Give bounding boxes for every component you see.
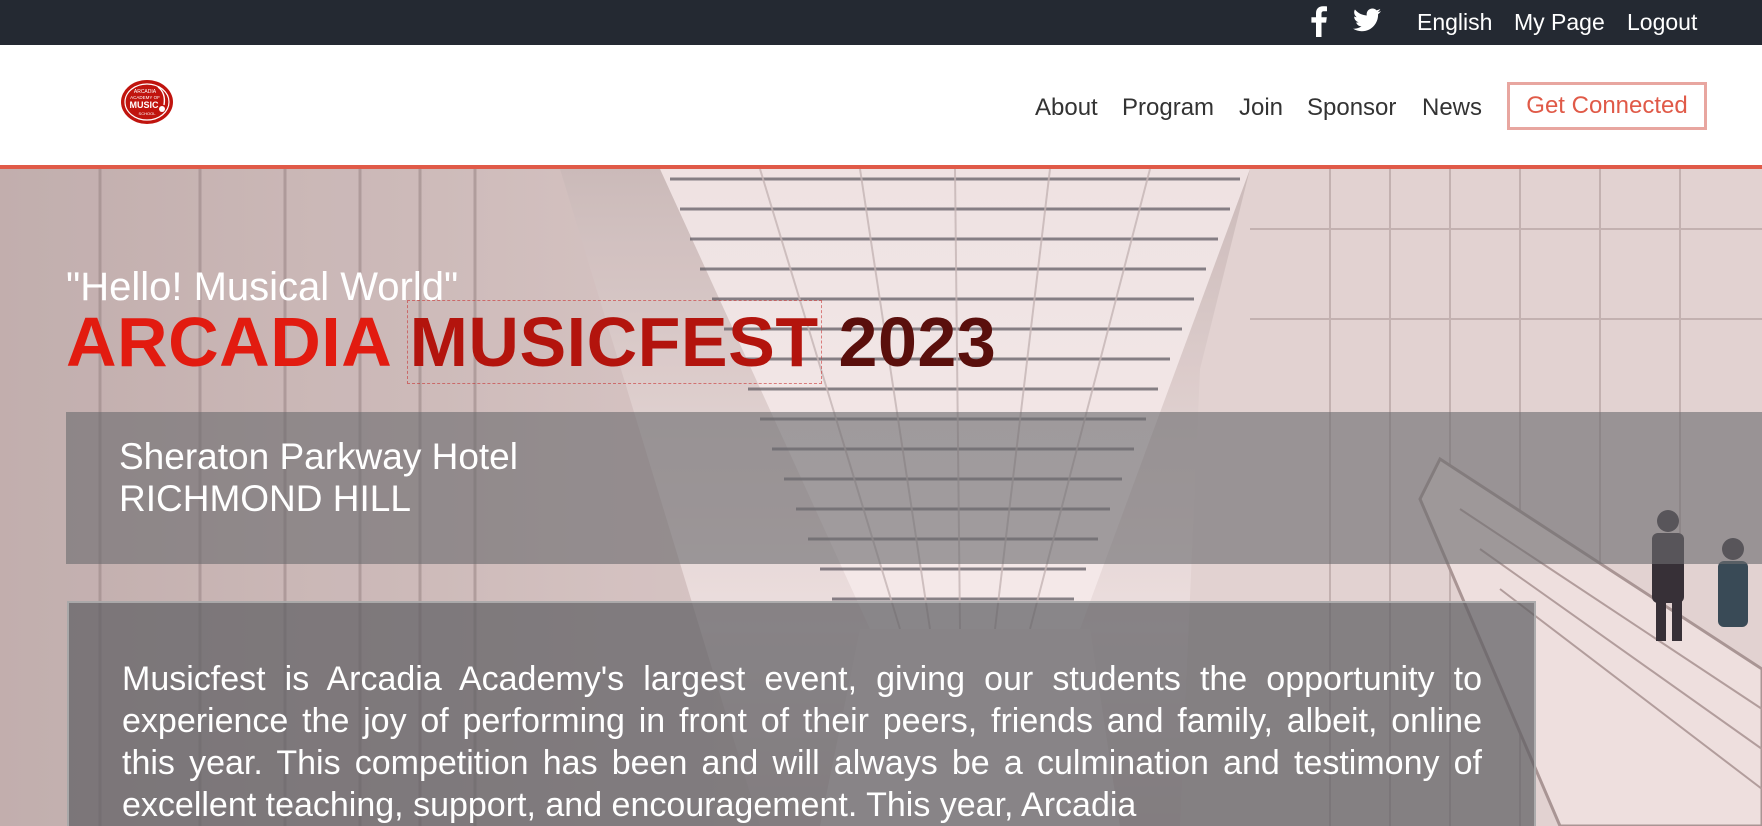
academy-logo[interactable]: ARCADIA ACADEMY OF MUSIC SCHOOL — [120, 79, 174, 125]
venue-banner: Sheraton Parkway Hotel RICHMOND HILL — [66, 412, 1762, 564]
my-page-link[interactable]: My Page — [1514, 6, 1605, 38]
get-connected-button[interactable]: Get Connected — [1507, 82, 1707, 130]
title-word-arcadia: ARCADIA — [66, 303, 390, 381]
description-box: Musicfest is Arcadia Academy's largest e… — [67, 601, 1536, 826]
nav-sponsor[interactable]: Sponsor — [1307, 93, 1396, 123]
twitter-icon[interactable] — [1353, 7, 1381, 33]
top-bar: English My Page Logout — [0, 0, 1762, 45]
logout-link[interactable]: Logout — [1627, 6, 1697, 38]
svg-text:SCHOOL: SCHOOL — [139, 111, 157, 116]
nav-about[interactable]: About — [1035, 93, 1098, 123]
venue-name: Sheraton Parkway Hotel — [119, 436, 518, 477]
description-text: Musicfest is Arcadia Academy's largest e… — [122, 660, 1482, 824]
title-word-year: 2023 — [838, 303, 997, 381]
nav-program[interactable]: Program — [1122, 93, 1214, 123]
nav-join[interactable]: Join — [1239, 93, 1283, 123]
main-header: ARCADIA ACADEMY OF MUSIC SCHOOL About Pr… — [0, 45, 1762, 169]
title-word-musicfest: MUSICFEST — [406, 300, 822, 384]
venue-city: RICHMOND HILL — [119, 478, 411, 519]
nav-news[interactable]: News — [1422, 93, 1482, 123]
facebook-icon[interactable] — [1307, 5, 1329, 37]
language-link[interactable]: English — [1417, 6, 1492, 38]
svg-text:MUSIC: MUSIC — [130, 100, 160, 110]
hero-section: "Hello! Musical World" ARCADIA MUSICFEST… — [0, 169, 1762, 826]
hero-title: ARCADIA MUSICFEST 2023 — [66, 300, 997, 384]
